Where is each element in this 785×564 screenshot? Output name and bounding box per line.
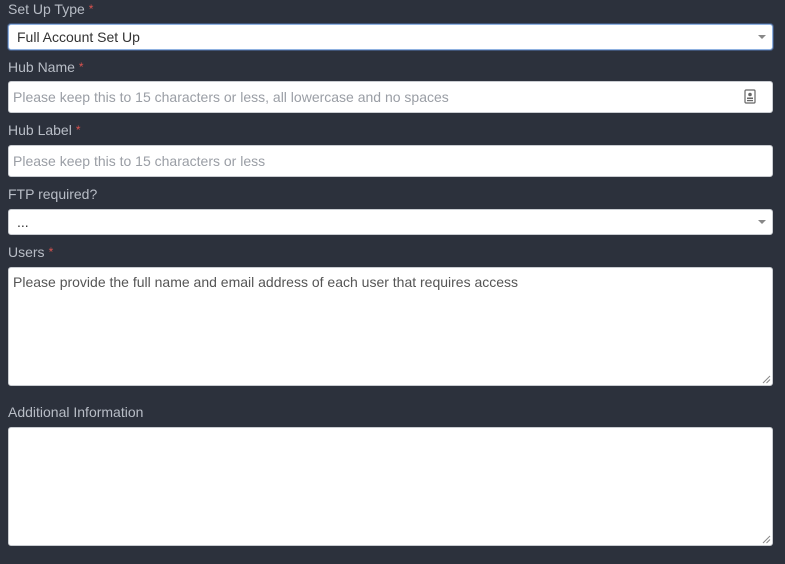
users-label: Users * (8, 243, 53, 262)
users-label-text: Users (8, 244, 45, 260)
resize-handle-icon[interactable] (762, 375, 771, 384)
hub-label-label-text: Hub Label (8, 122, 72, 138)
hub-name-label: Hub Name * (8, 58, 84, 77)
required-marker: * (48, 245, 54, 259)
setup-type-label-text: Set Up Type (8, 1, 85, 17)
hub-label-input[interactable]: Please keep this to 15 characters or les… (8, 145, 773, 177)
required-marker: * (88, 2, 94, 16)
required-marker: * (75, 123, 81, 137)
ftp-required-label-text: FTP required? (8, 186, 98, 202)
chevron-down-icon (758, 220, 766, 224)
setup-type-select[interactable]: Full Account Set Up (8, 24, 773, 50)
hub-label-label: Hub Label * (8, 121, 81, 140)
account-setup-form: Set Up Type * Full Account Set Up Hub Nam… (0, 0, 785, 564)
users-textarea[interactable]: Please provide the full name and email a… (8, 267, 773, 386)
ftp-required-select[interactable]: ... (8, 209, 773, 235)
ftp-required-label: FTP required? (8, 185, 97, 203)
hub-name-label-text: Hub Name (8, 59, 75, 75)
hub-label-placeholder: Please keep this to 15 characters or les… (13, 153, 266, 169)
hub-name-placeholder: Please keep this to 15 characters or les… (13, 89, 449, 105)
additional-info-label: Additional Information (8, 403, 143, 421)
ftp-required-value: ... (17, 214, 29, 230)
additional-info-label-text: Additional Information (8, 404, 144, 420)
hub-name-input[interactable]: Please keep this to 15 characters or les… (8, 81, 773, 113)
resize-handle-icon[interactable] (762, 535, 771, 544)
contact-card-icon[interactable] (744, 89, 756, 104)
users-placeholder: Please provide the full name and email a… (13, 274, 519, 290)
required-marker: * (78, 60, 84, 74)
additional-info-textarea[interactable] (8, 427, 773, 546)
setup-type-value: Full Account Set Up (17, 29, 140, 45)
setup-type-label: Set Up Type * (8, 0, 93, 19)
chevron-down-icon (758, 35, 766, 39)
